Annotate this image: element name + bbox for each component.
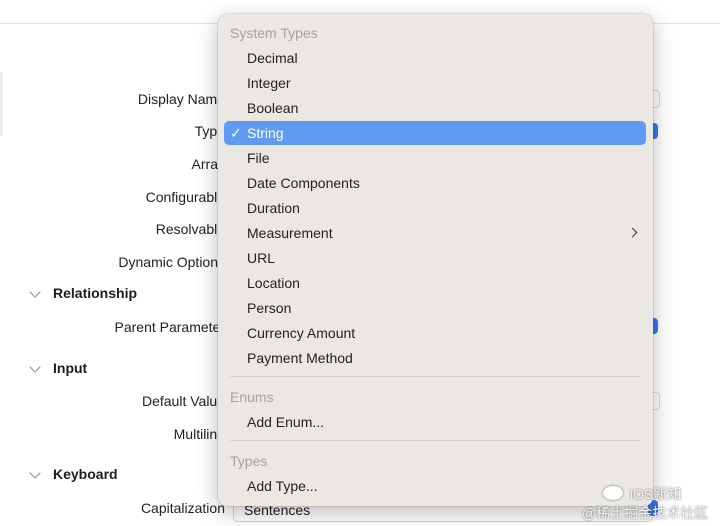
menu-item-location[interactable]: Location: [224, 271, 646, 295]
chevron-down-icon[interactable]: [29, 286, 41, 298]
menu-item-integer[interactable]: Integer: [224, 71, 646, 95]
menu-item-url[interactable]: URL: [224, 246, 646, 270]
wechat-logo-icon: [603, 486, 623, 500]
resolvable-label: Resolvable: [155, 221, 225, 237]
type-label: Type: [194, 123, 225, 139]
menu-separator: [230, 376, 640, 377]
dynamic-options-label: Dynamic Options: [118, 254, 225, 270]
parent-parameter-label: Parent Parameter: [114, 319, 226, 335]
chevron-down-icon[interactable]: [29, 361, 41, 373]
enums-header: Enums: [230, 389, 274, 405]
menu-item-date-components[interactable]: Date Components: [224, 171, 646, 195]
system-types-header: System Types: [230, 25, 318, 41]
checkmark-icon: ✓: [230, 125, 242, 141]
menu-item-add-enum[interactable]: Add Enum...: [224, 410, 646, 434]
configurable-label: Configurable: [145, 189, 225, 205]
menu-item-payment-method[interactable]: Payment Method: [224, 346, 646, 370]
menu-item-person[interactable]: Person: [224, 296, 646, 320]
chevron-down-icon[interactable]: [29, 467, 41, 479]
capitalization-label: Capitalization: [140, 500, 225, 516]
menu-item-decimal[interactable]: Decimal: [224, 46, 646, 70]
relationship-section-header[interactable]: Relationship: [53, 285, 137, 301]
menu-item-file[interactable]: File: [224, 146, 646, 170]
menu-item-boolean[interactable]: Boolean: [224, 96, 646, 120]
menu-item-add-type[interactable]: Add Type...: [224, 474, 646, 498]
menu-separator: [230, 440, 640, 441]
default-value-label: Default Value: [141, 393, 225, 409]
display-name-label: Display Name: [137, 91, 225, 107]
keyboard-section-header[interactable]: Keyboard: [53, 466, 118, 482]
types-header: Types: [230, 453, 268, 469]
chevron-right-icon: [627, 227, 638, 238]
menu-item-duration[interactable]: Duration: [224, 196, 646, 220]
array-label: Array: [191, 156, 225, 172]
menu-item-string[interactable]: ✓ String: [224, 121, 646, 145]
type-popup-menu: System Types Decimal Integer Boolean ✓ S…: [218, 14, 653, 506]
input-section-header[interactable]: Input: [53, 360, 87, 376]
multiline-label: Multiline: [173, 426, 225, 442]
menu-item-currency-amount[interactable]: Currency Amount: [224, 321, 646, 345]
watermark-line2: @稀土掘金技术社区: [582, 505, 709, 521]
watermark-line1: iOS新知: [630, 486, 682, 502]
menu-item-measurement[interactable]: Measurement: [224, 221, 646, 245]
